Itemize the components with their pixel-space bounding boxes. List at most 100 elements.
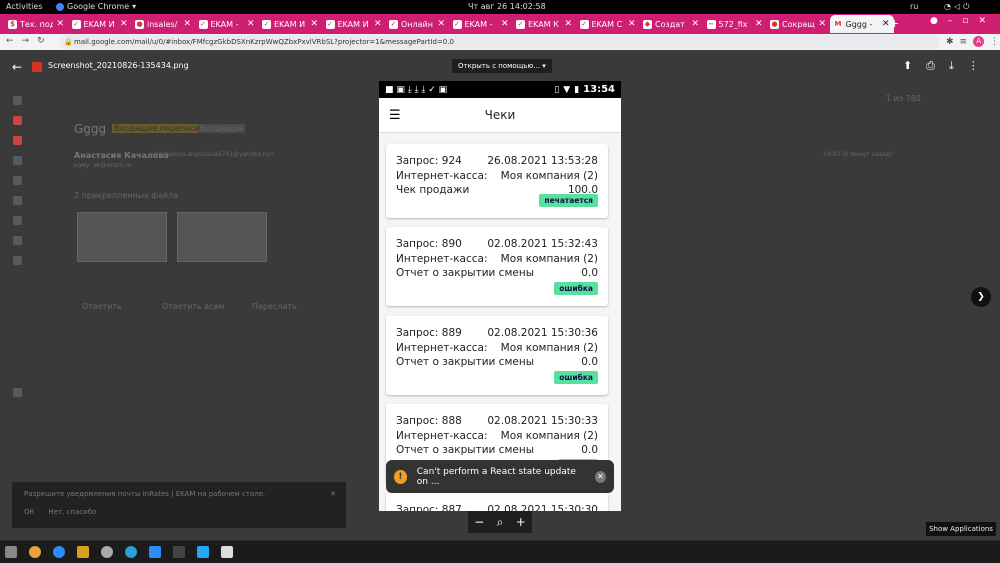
tab-label: EKAM С (591, 19, 623, 29)
image-file-icon (32, 62, 42, 72)
chat-icon[interactable] (53, 546, 65, 558)
close-tab-icon[interactable]: ✕ (564, 19, 572, 29)
more-options-icon[interactable]: ⋮ (968, 59, 979, 73)
browser-tab[interactable]: ✓ EKAM - ✕ (195, 15, 259, 33)
tab-label: Сокращ (782, 19, 815, 29)
close-tab-icon[interactable]: ✕ (628, 19, 636, 29)
puzzle-icon[interactable]: ✱ (946, 37, 954, 47)
receipt-card[interactable]: Запрос: 887 02.08.2021 15:30:30 (386, 493, 608, 511)
android-status-bar: ■ ▣ ⤓ ⤓ ⤓ ✓ ▣ ▯ ▼ ▮ 13:54 (379, 81, 621, 98)
close-tab-icon[interactable]: ✕ (691, 19, 699, 29)
kassa-label: Интернет-касса: (396, 252, 488, 265)
browser-tab[interactable]: ~572_fix ✕ (703, 15, 767, 33)
notification-close-icon[interactable]: ✕ (330, 490, 336, 498)
doc-type: Чек продажи (396, 184, 470, 196)
print-icon[interactable]: ⎙ (926, 59, 935, 73)
error-toast[interactable]: ! Can't perform a React state update on … (386, 460, 614, 493)
close-tab-icon[interactable]: ✕ (247, 19, 255, 29)
telegram-icon[interactable] (125, 546, 137, 558)
close-tab-icon[interactable]: ✕ (120, 19, 128, 29)
chrome-icon[interactable] (29, 546, 41, 558)
browser-tab[interactable]: ✓ EKAM К ✕ (512, 15, 576, 33)
reload-icon[interactable]: ↻ (37, 36, 53, 46)
browser-tab[interactable]: ✓ EKAM - ✕ (449, 15, 513, 33)
address-bar[interactable]: 🔒 mail.google.com/mail/u/0/#inbox/FMfcgz… (60, 35, 940, 49)
back-icon[interactable]: ← (6, 36, 22, 46)
zoom-controls: − ⌕ + (468, 511, 532, 533)
tab-label: EKAM И (83, 19, 115, 29)
zoom-in-icon[interactable]: + (516, 515, 526, 529)
close-toast-icon[interactable]: ✕ (595, 470, 606, 483)
new-tab-button[interactable]: + (890, 17, 899, 30)
open-with-button[interactable]: Открыть с помощью... ▾ (452, 59, 552, 73)
browser-tab[interactable]: ✓ EKAM И ✕ (68, 15, 132, 33)
receipt-card[interactable]: Запрос: 924 26.08.2021 13:53:28 Интернет-… (386, 144, 608, 218)
browser-tab[interactable]: ✓ EKAM И ✕ (322, 15, 386, 33)
menu-icon[interactable]: ≡ (960, 37, 968, 47)
close-tab-icon[interactable]: ✕ (437, 19, 445, 29)
browser-tab[interactable]: ✓ EKAM И ✕ (258, 15, 322, 33)
receipt-card[interactable]: Запрос: 890 02.08.2021 15:32:43 Интернет-… (386, 227, 608, 306)
status-time: 13:54 (583, 84, 615, 95)
status-badge: ошибка (554, 371, 598, 384)
close-tab-icon[interactable]: ✕ (755, 19, 763, 29)
browser-tab[interactable]: ✓ Онлайн ✕ (385, 15, 449, 33)
trash-icon[interactable] (221, 546, 233, 558)
browser-tab[interactable]: ● Сокращ ✕ (766, 15, 830, 33)
favicon-icon: M (833, 19, 843, 29)
receipt-card[interactable]: Запрос: 889 02.08.2021 15:30:36 Интернет-… (386, 316, 608, 395)
close-tab-icon[interactable]: ✕ (374, 19, 382, 29)
next-attachment-button[interactable]: ❯ (971, 287, 991, 307)
phone-screenshot: ■ ▣ ⤓ ⤓ ⤓ ✓ ▣ ▯ ▼ ▮ 13:54 ☰ Чеки Запрос:… (379, 81, 621, 511)
zoom-out-icon[interactable]: − (474, 515, 484, 529)
notification-ok-button[interactable]: ОК (24, 508, 34, 516)
chevron-down-icon: ▾ (132, 2, 137, 11)
zoom-icon[interactable] (149, 546, 161, 558)
email-subject: Gggg (74, 122, 107, 136)
favicon-icon: ✓ (198, 19, 208, 29)
forward-icon[interactable]: → (22, 36, 38, 46)
browser-tab[interactable]: ✓ EKAM С ✕ (576, 15, 640, 33)
add-to-drive-icon[interactable]: ⬆ (903, 59, 912, 73)
close-tab-icon[interactable]: ✕ (310, 19, 318, 29)
minimize-icon[interactable]: – (948, 16, 953, 26)
kebab-menu-icon[interactable]: ⋮ (990, 37, 999, 47)
vscode-icon[interactable] (197, 546, 209, 558)
recipient: кому: ak@ekam.ru (74, 162, 132, 169)
back-arrow-icon[interactable]: ← (12, 60, 22, 74)
zoom-search-icon[interactable]: ⌕ (497, 515, 504, 530)
browser-tab[interactable]: M Gggg - ✕ (829, 15, 894, 33)
browser-tab[interactable]: $ Тех. под ✕ (4, 15, 68, 33)
app-menu[interactable]: Google Chrome ▾ (56, 2, 136, 11)
attachment-viewer-header: ← Screenshot_20210826-135434.png Открыть… (0, 50, 1000, 84)
disk-icon[interactable] (101, 546, 113, 558)
notification-icons: ■ ▣ ⤓ ⤓ ⤓ ✓ ▣ (385, 84, 448, 95)
tab-label: EKAM - (210, 19, 239, 29)
reply-all-button: Ответить всем (162, 302, 225, 311)
browser-tab[interactable]: ● insales/ ✕ (131, 15, 195, 33)
close-tab-icon[interactable]: ✕ (183, 19, 191, 29)
close-tab-icon[interactable]: ✕ (882, 19, 890, 29)
browser-tab[interactable]: ◆ Создат ✕ (639, 15, 703, 33)
favicon-icon: ✓ (325, 19, 335, 29)
request-datetime: 02.08.2021 15:30:30 (487, 504, 598, 511)
volume-icon: ◁ (953, 2, 964, 11)
activities-button[interactable]: Activities (6, 2, 43, 11)
request-datetime: 26.08.2021 13:53:28 (487, 155, 598, 167)
close-tab-icon[interactable]: ✕ (501, 19, 509, 29)
tab-label: 572_fix (718, 19, 748, 29)
close-tab-icon[interactable]: ✕ (56, 19, 64, 29)
tab-search-icon[interactable]: ● (930, 16, 938, 26)
terminal-icon[interactable] (173, 546, 185, 558)
notification-no-button[interactable]: Нет, спасибо (48, 508, 96, 516)
close-window-icon[interactable]: ✕ (978, 16, 986, 26)
language-indicator[interactable]: ru (910, 2, 918, 11)
system-clock[interactable]: Чт авг 26 14:02:58 (468, 2, 546, 11)
sublime-icon[interactable] (77, 546, 89, 558)
system-tray[interactable]: ◔◁⏻ (944, 2, 972, 12)
profile-avatar[interactable]: A (973, 36, 985, 47)
download-icon[interactable]: ⤓ (949, 59, 954, 73)
close-tab-icon[interactable]: ✕ (818, 19, 826, 29)
maximize-icon[interactable]: ▫ (962, 16, 968, 26)
files-icon[interactable] (5, 546, 17, 558)
